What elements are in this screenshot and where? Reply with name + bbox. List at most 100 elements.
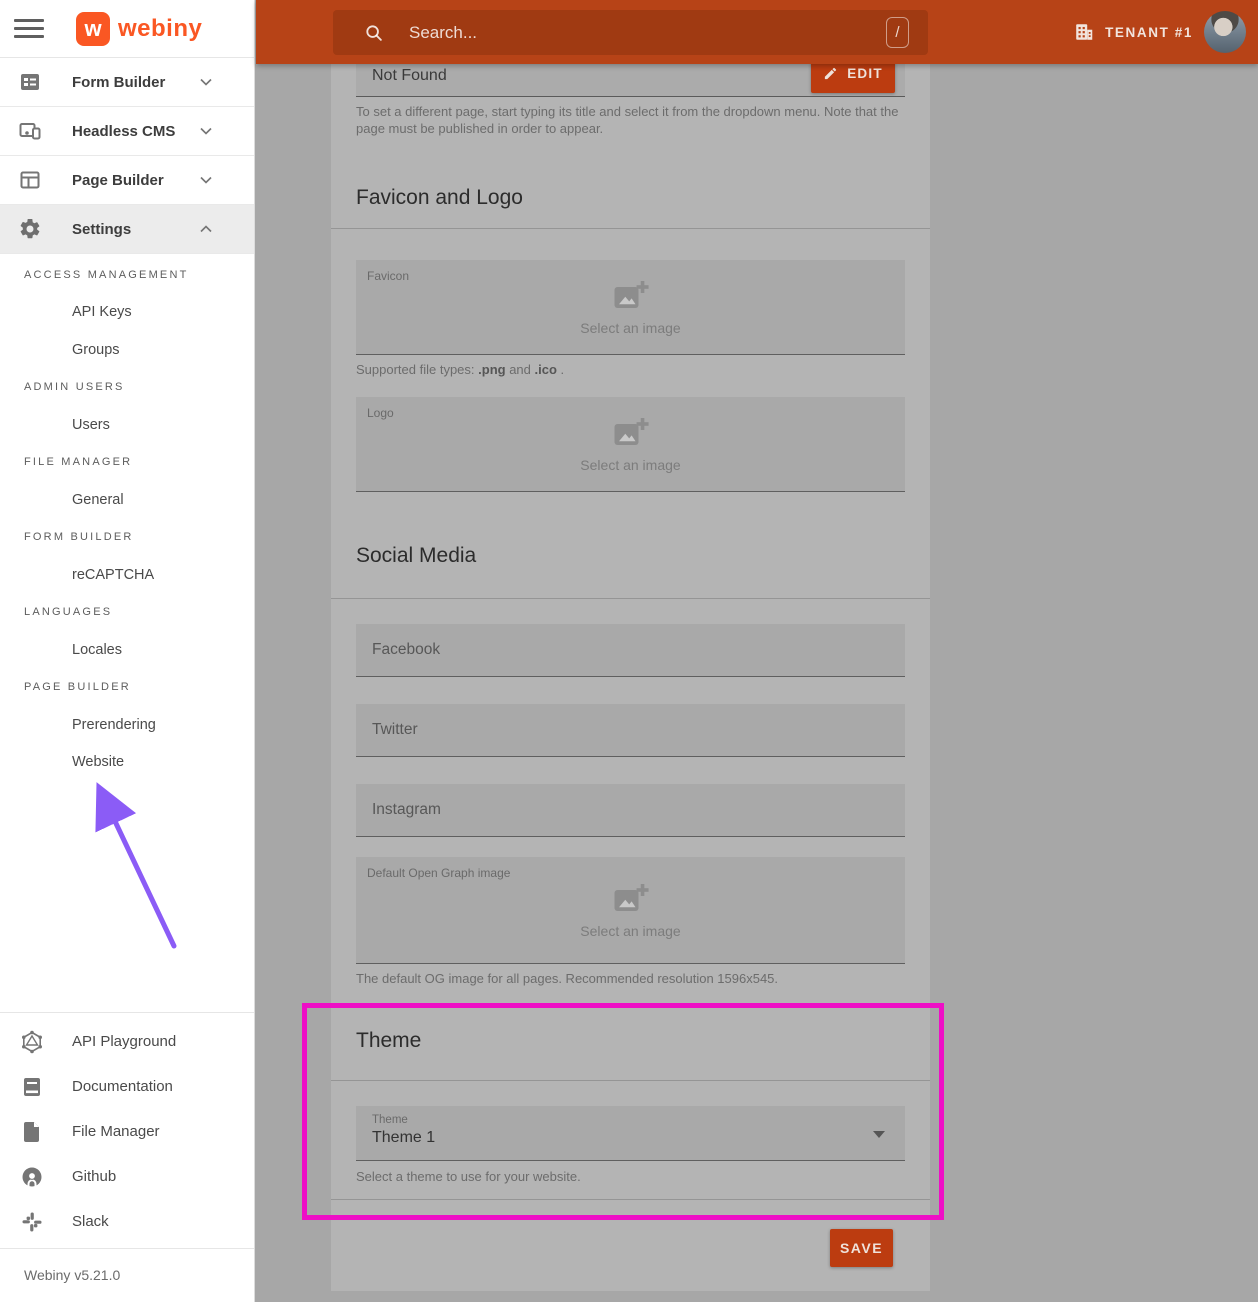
og-image-helper-text: The default OG image for all pages. Reco… <box>356 971 905 986</box>
theme-select-value: Theme 1 <box>372 1129 889 1147</box>
github-icon <box>20 1165 44 1189</box>
theme-select-label: Theme <box>372 1114 889 1126</box>
chevron-down-icon <box>196 72 216 92</box>
page-field-helper-text: To set a different page, start typing it… <box>356 103 904 137</box>
sidebar-utility-links: API Playground Documentation File Manage… <box>0 1012 254 1244</box>
og-image-upload-field[interactable]: Default Open Graph image Select an image <box>356 857 905 964</box>
utility-item-label: File Manager <box>72 1123 160 1140</box>
section-title-social-media: Social Media <box>356 542 905 570</box>
sidebar-item-general[interactable]: General <box>0 481 254 519</box>
section-divider <box>331 1080 930 1081</box>
twitter-input-label: Twitter <box>372 721 418 739</box>
instagram-input-label: Instagram <box>372 801 441 819</box>
pencil-icon <box>823 66 838 81</box>
settings-page: Not Found EDIT To set a different page, … <box>256 0 1258 1302</box>
edit-button-label: EDIT <box>847 66 883 81</box>
theme-helper-text: Select a theme to use for your website. <box>356 1169 905 1184</box>
webiny-logo-icon: w <box>76 12 110 46</box>
search-shortcut-badge: / <box>886 17 909 48</box>
image-add-icon <box>611 278 651 314</box>
chevron-down-icon <box>196 170 216 190</box>
favicon-upload-field[interactable]: Favicon Select an image <box>356 260 905 355</box>
website-settings-form: Not Found EDIT To set a different page, … <box>331 40 930 1291</box>
save-button[interactable]: SAVE <box>830 1229 893 1267</box>
utility-item-label: Documentation <box>72 1078 173 1095</box>
image-add-icon <box>611 881 651 917</box>
search-icon <box>363 22 385 44</box>
sidebar-item-github[interactable]: Github <box>0 1154 254 1199</box>
sidebar-item-headless-cms[interactable]: Headless CMS <box>0 107 254 156</box>
logo-field-label: Logo <box>367 406 394 420</box>
sidebar-item-settings[interactable]: Settings <box>0 205 254 254</box>
section-divider <box>331 598 930 599</box>
sidebar-item-api-playground[interactable]: API Playground <box>0 1019 254 1064</box>
chevron-down-icon <box>196 121 216 141</box>
chevron-up-icon <box>196 219 216 239</box>
theme-select[interactable]: Theme Theme 1 <box>356 1106 905 1161</box>
favicon-field-label: Favicon <box>367 269 409 283</box>
sidebar-item-form-builder[interactable]: Form Builder <box>0 58 254 107</box>
sidebar: w webiny Form Builder Headless CMS <box>0 0 255 1302</box>
select-image-label: Select an image <box>580 457 680 473</box>
website-preview-page-value: Not Found <box>372 67 447 85</box>
sidebar-item-label: Settings <box>72 221 196 238</box>
user-avatar[interactable] <box>1204 11 1246 53</box>
sidebar-section-file-manager: FILE MANAGER <box>0 444 254 482</box>
section-title-favicon-and-logo: Favicon and Logo <box>356 184 905 212</box>
instagram-input[interactable]: Instagram <box>356 784 905 837</box>
sidebar-item-label: Headless CMS <box>72 123 196 140</box>
graphql-icon <box>20 1030 44 1054</box>
sidebar-item-api-keys[interactable]: API Keys <box>0 294 254 332</box>
sidebar-section-languages: LANGUAGES <box>0 594 254 632</box>
facebook-input-label: Facebook <box>372 641 440 659</box>
sidebar-item-groups[interactable]: Groups <box>0 331 254 369</box>
tenant-label: TENANT #1 <box>1105 25 1193 40</box>
sidebar-section-access-management: ACCESS MANAGEMENT <box>0 256 254 294</box>
webiny-version: Webiny v5.21.0 <box>0 1248 254 1283</box>
sidebar-item-recaptcha[interactable]: reCAPTCHA <box>0 556 254 594</box>
page-builder-icon <box>18 168 42 192</box>
sidebar-item-prerendering[interactable]: Prerendering <box>0 706 254 744</box>
settings-submenu: ACCESS MANAGEMENT API Keys Groups ADMIN … <box>0 254 254 781</box>
form-builder-icon <box>18 70 42 94</box>
sidebar-item-file-manager[interactable]: File Manager <box>0 1109 254 1154</box>
search-placeholder: Search... <box>409 23 477 43</box>
facebook-input[interactable]: Facebook <box>356 624 905 677</box>
sidebar-header: w webiny <box>0 0 254 58</box>
webiny-logo[interactable]: w webiny <box>76 12 202 46</box>
image-add-icon <box>611 415 651 451</box>
select-image-label: Select an image <box>580 320 680 336</box>
sidebar-item-label: Page Builder <box>72 172 196 189</box>
hamburger-menu-icon[interactable] <box>14 14 44 44</box>
logo-upload-field[interactable]: Logo Select an image <box>356 397 905 492</box>
select-image-label: Select an image <box>580 923 680 939</box>
form-footer: SAVE <box>356 1200 905 1288</box>
sidebar-item-label: Form Builder <box>72 74 196 91</box>
tenant-selector[interactable]: TENANT #1 <box>1073 21 1193 43</box>
headless-cms-icon <box>18 119 42 143</box>
section-title-theme: Theme <box>356 1027 905 1055</box>
search-input[interactable]: Search... / <box>333 10 928 55</box>
sidebar-section-page-builder: PAGE BUILDER <box>0 669 254 707</box>
chevron-down-icon <box>873 1131 885 1138</box>
twitter-input[interactable]: Twitter <box>356 704 905 757</box>
file-icon <box>20 1120 44 1144</box>
gear-icon <box>18 217 42 241</box>
sidebar-section-admin-users: ADMIN USERS <box>0 369 254 407</box>
sidebar-item-users[interactable]: Users <box>0 406 254 444</box>
sidebar-item-locales[interactable]: Locales <box>0 631 254 669</box>
sidebar-item-website[interactable]: Website <box>0 744 254 782</box>
slack-icon <box>20 1210 44 1234</box>
sidebar-item-slack[interactable]: Slack <box>0 1199 254 1244</box>
book-icon <box>20 1075 44 1099</box>
sidebar-item-page-builder[interactable]: Page Builder <box>0 156 254 205</box>
sidebar-item-documentation[interactable]: Documentation <box>0 1064 254 1109</box>
utility-item-label: Slack <box>72 1213 109 1230</box>
og-image-field-label: Default Open Graph image <box>367 866 510 880</box>
utility-item-label: Github <box>72 1168 116 1185</box>
sidebar-section-form-builder: FORM BUILDER <box>0 519 254 557</box>
building-icon <box>1073 21 1095 43</box>
section-divider <box>331 228 930 229</box>
favicon-helper-text: Supported file types: .png and .ico . <box>356 362 905 377</box>
top-app-bar: Search... / TENANT #1 <box>256 0 1258 64</box>
